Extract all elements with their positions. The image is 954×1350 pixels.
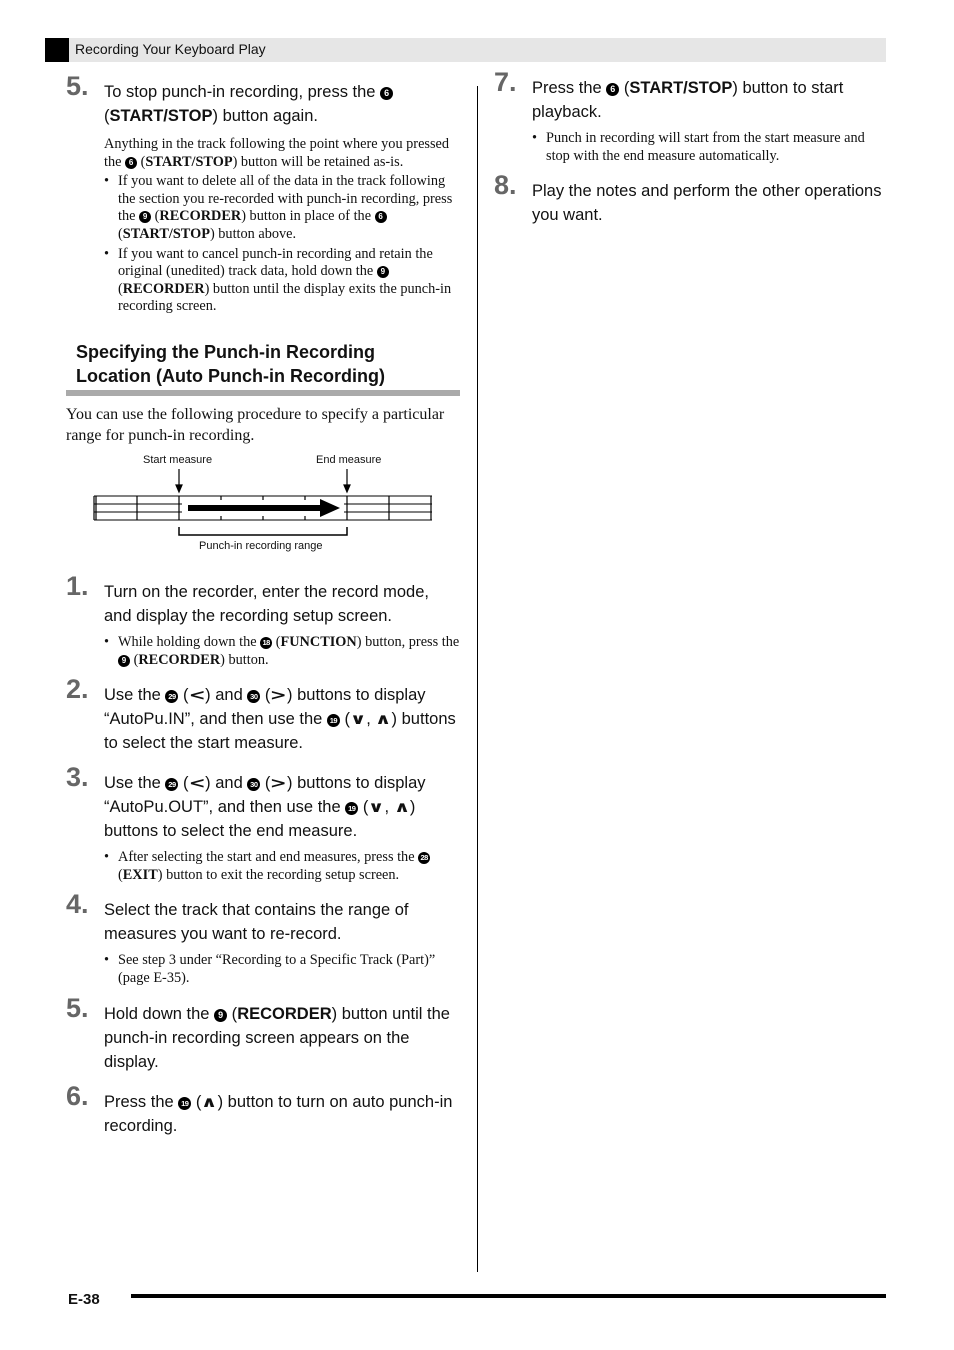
button-9-icon: 9 <box>139 211 152 224</box>
step-note: Anything in the track following the poin… <box>104 136 450 170</box>
step-1: 1. Turn on the recorder, enter the recor… <box>66 572 460 669</box>
button-6-icon: 6 <box>606 83 620 96</box>
step-number: 6. <box>66 1080 89 1111</box>
bullet-item: Punch in recording will start from the s… <box>532 130 884 165</box>
section-heading: Specifying the Punch-in Recording Locati… <box>66 340 460 396</box>
step-number: 4. <box>66 889 89 920</box>
bullet-item: After selecting the start and end measur… <box>104 849 460 884</box>
button-6-icon: 6 <box>374 211 387 224</box>
step-5-hold-recorder: 5. Hold down the 9 (RECORDER) button unt… <box>66 992 450 1071</box>
button-29-icon: 29 <box>165 690 179 704</box>
punch-in-range-diagram: Start measure End measure Punch-in recor… <box>66 454 460 564</box>
chevron-left-icon: < <box>188 774 206 793</box>
running-header-title: Recording Your Keyboard Play <box>75 41 266 57</box>
header-marker <box>45 38 69 62</box>
step-3: 3. Use the 29 (<) and 30 (>) buttons to … <box>66 764 460 884</box>
button-19-icon: 19 <box>345 802 359 816</box>
button-30-icon: 30 <box>247 778 261 792</box>
step-number: 8. <box>494 170 517 201</box>
button-19-icon: 19 <box>178 1096 192 1110</box>
right-column: 7. Press the 6 (START/STOP) button to st… <box>494 69 884 227</box>
range-label: Punch-in recording range <box>199 539 323 552</box>
step-7: 7. Press the 6 (START/STOP) button to st… <box>494 69 884 165</box>
section-intro: You can use the following procedure to s… <box>66 405 445 444</box>
button-9-icon: 9 <box>376 266 389 279</box>
step-number: 1. <box>66 570 89 601</box>
step-number: 5. <box>66 71 89 101</box>
button-9-icon: 9 <box>214 1008 228 1022</box>
page-number: E-38 <box>68 1291 100 1308</box>
chevron-up-icon: ∧ <box>393 798 411 817</box>
step-number: 7. <box>494 67 517 97</box>
button-28-icon: 28 <box>418 852 431 865</box>
step-2: 2. Use the 29 (<) and 30 (>) buttons to … <box>66 674 456 753</box>
button-6-icon: 6 <box>125 156 138 169</box>
step-5-stop-punch-in: 5. To stop punch-in recording, press the… <box>66 73 460 316</box>
button-9-icon: 9 <box>118 654 130 667</box>
chevron-up-icon: ∧ <box>201 1092 218 1111</box>
step-number: 3. <box>66 762 89 793</box>
button-6-icon: 6 <box>380 87 394 100</box>
step-4: 4. Select the track that contains the ra… <box>66 891 460 987</box>
chevron-down-icon: ∨ <box>368 798 385 817</box>
bullet-item: While holding down the 18 (FUNCTION) but… <box>104 634 460 669</box>
bullet-item: If you want to cancel punch-in recording… <box>104 246 460 316</box>
column-divider <box>477 86 478 1272</box>
step-number: 2. <box>66 674 89 705</box>
range-bracket <box>178 526 348 536</box>
step-6: 6. Press the 19 (∧) button to turn on au… <box>66 1080 453 1135</box>
button-30-icon: 30 <box>247 690 261 704</box>
measure-pointer-arrows <box>175 468 351 494</box>
left-column: 5. To stop punch-in recording, press the… <box>66 73 460 1138</box>
bullet-item: If you want to delete all of the data in… <box>104 173 460 243</box>
button-19-icon: 19 <box>326 714 340 728</box>
button-18-icon: 18 <box>260 636 273 649</box>
range-arrow-shaft <box>188 504 322 511</box>
footer-rule <box>131 1294 886 1298</box>
chevron-down-icon: ∨ <box>349 710 367 729</box>
step-8: 8. Play the notes and perform the other … <box>494 170 882 225</box>
button-29-icon: 29 <box>165 778 179 792</box>
chevron-up-icon: ∧ <box>375 710 392 729</box>
chevron-right-icon: > <box>270 774 288 793</box>
chevron-left-icon: < <box>188 686 206 705</box>
bullet-item: See step 3 under “Recording to a Specifi… <box>104 952 460 987</box>
step-number: 5. <box>66 992 89 1023</box>
chevron-right-icon: > <box>270 686 288 705</box>
